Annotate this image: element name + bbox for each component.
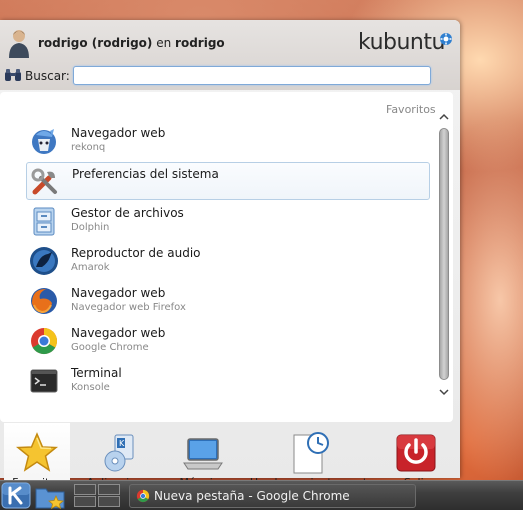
item-subtitle: Amarok bbox=[71, 262, 110, 273]
binoculars-icon bbox=[5, 69, 21, 81]
search-input[interactable] bbox=[73, 66, 431, 85]
item-title: Navegador web bbox=[71, 126, 166, 140]
item-title: Gestor de archivos bbox=[71, 206, 184, 220]
item-subtitle: rekonq bbox=[71, 142, 106, 153]
folder-star-icon[interactable] bbox=[34, 484, 68, 510]
item-subtitle: Dolphin bbox=[71, 222, 110, 233]
chevron-down-icon[interactable] bbox=[438, 387, 450, 397]
firefox-icon bbox=[31, 288, 57, 314]
desktop-4[interactable] bbox=[98, 496, 120, 507]
kubuntu-gear-icon bbox=[440, 33, 452, 45]
item-title: Terminal bbox=[71, 366, 122, 380]
item-title: Preferencias del sistema bbox=[72, 167, 219, 181]
chrome-icon bbox=[136, 489, 150, 503]
recent-documents-icon bbox=[293, 432, 329, 474]
item-title: Navegador web bbox=[71, 286, 166, 300]
favorites-list: Favoritos Navegador web rekonq Preferenc… bbox=[0, 92, 453, 422]
star-icon bbox=[15, 432, 59, 472]
dolphin-icon bbox=[33, 207, 55, 236]
application-launcher: rodrigo (rodrigo) en rodrigo kubuntu Bus… bbox=[0, 20, 460, 495]
list-scrollbar[interactable] bbox=[437, 106, 451, 406]
power-icon bbox=[396, 434, 436, 472]
launcher-header: rodrigo (rodrigo) en rodrigo kubuntu Bus… bbox=[0, 20, 460, 90]
svg-text:K: K bbox=[119, 439, 125, 448]
chevron-up-icon[interactable] bbox=[438, 112, 450, 122]
system-settings-icon bbox=[31, 168, 57, 195]
item-title: Reproductor de audio bbox=[71, 246, 201, 260]
desktop-3[interactable] bbox=[74, 496, 96, 507]
desktop-2[interactable] bbox=[98, 484, 120, 495]
amarok-icon bbox=[30, 247, 58, 275]
user-identity: rodrigo (rodrigo) en rodrigo bbox=[38, 36, 225, 50]
rekonq-icon bbox=[32, 129, 56, 154]
list-item-system-settings[interactable]: Preferencias del sistema bbox=[26, 162, 430, 200]
user-name: rodrigo (rodrigo) bbox=[38, 36, 153, 50]
desktop-1[interactable] bbox=[74, 484, 96, 495]
item-subtitle: Navegador web Firefox bbox=[71, 302, 186, 313]
konsole-icon bbox=[30, 369, 58, 393]
user-connector: en bbox=[156, 36, 172, 50]
chrome-icon bbox=[31, 328, 58, 355]
list-item-dolphin[interactable]: Gestor de archivos Dolphin bbox=[26, 202, 430, 240]
task-chrome-window[interactable]: Nueva pestaña - Google Chrome bbox=[129, 484, 416, 508]
item-title: Navegador web bbox=[71, 326, 166, 340]
host-name: rodrigo bbox=[175, 36, 225, 50]
applications-icon: K bbox=[104, 434, 134, 472]
virtual-desktop-pager[interactable] bbox=[74, 484, 122, 508]
search-label: Buscar: bbox=[25, 69, 70, 83]
computer-icon bbox=[183, 438, 223, 470]
kickoff-menu-button[interactable] bbox=[1, 482, 31, 509]
section-label: Favoritos bbox=[386, 103, 436, 116]
taskbar: Nueva pestaña - Google Chrome bbox=[0, 480, 523, 510]
list-item-rekonq[interactable]: Navegador web rekonq bbox=[26, 122, 430, 160]
brand-logo: kubuntu bbox=[358, 30, 445, 55]
user-avatar-icon bbox=[9, 30, 29, 58]
item-subtitle: Konsole bbox=[71, 382, 110, 393]
list-item-amarok[interactable]: Reproductor de audio Amarok bbox=[26, 242, 430, 280]
task-label: Nueva pestaña - Google Chrome bbox=[154, 489, 350, 503]
scrollbar-thumb[interactable] bbox=[439, 128, 449, 380]
item-subtitle: Google Chrome bbox=[71, 342, 149, 353]
list-item-konsole[interactable]: Terminal Konsole bbox=[26, 362, 430, 400]
list-item-firefox[interactable]: Navegador web Navegador web Firefox bbox=[26, 282, 430, 320]
list-item-chrome[interactable]: Navegador web Google Chrome bbox=[26, 322, 430, 360]
